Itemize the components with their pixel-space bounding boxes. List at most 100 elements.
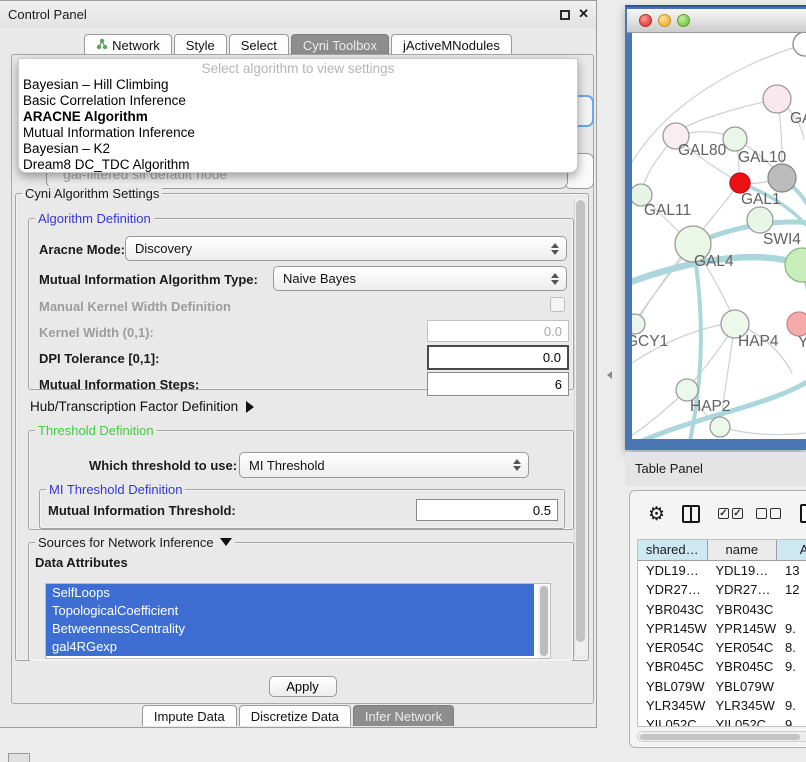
close-traffic-light-icon[interactable]: [639, 14, 652, 27]
table-row[interactable]: YDR27…YDR27…12: [638, 580, 806, 599]
algorithm-option[interactable]: Dream8 DC_TDC Algorithm: [19, 157, 577, 173]
hub-tf-definition-toggle[interactable]: Hub/Transcription Factor Definition: [30, 399, 254, 414]
table-cell: YBR045C: [707, 657, 776, 676]
network-node-swi4[interactable]: [747, 207, 773, 233]
tab-infer-network[interactable]: Infer Network: [353, 705, 454, 726]
threshold-definition-title: Threshold Definition: [35, 423, 157, 438]
network-node-label: GAL: [790, 110, 806, 127]
network-canvas[interactable]: GALGAL80GAL10GAL1GAL11SWI4GAL4GCY1HAP4YH…: [632, 33, 806, 439]
kernel-width-label: Kernel Width (0,1):: [39, 325, 154, 340]
network-node-y[interactable]: [787, 312, 806, 336]
minimize-traffic-light-icon[interactable]: [658, 14, 671, 27]
table-row[interactable]: YIL052CYIL052C9.: [638, 715, 806, 727]
algorithm-definition-group: Algorithm Definition Aracne Mode: Discov…: [28, 218, 574, 390]
tab-label: jActiveMNodules: [403, 38, 500, 53]
mi-steps-field[interactable]: 6: [427, 372, 569, 396]
tab-style[interactable]: Style: [174, 34, 227, 55]
network-node[interactable]: [768, 164, 796, 192]
tab-label: Impute Data: [154, 709, 225, 724]
algorithm-option[interactable]: ARACNE Algorithm: [19, 109, 577, 125]
algorithm-option[interactable]: Bayesian – Hill Climbing: [19, 77, 577, 93]
data-attributes-list[interactable]: SelfLoopsTopologicalCoefficientBetweenne…: [45, 583, 551, 659]
data-attributes-label: Data Attributes: [35, 555, 128, 570]
dpi-tolerance-field[interactable]: 0.0: [427, 345, 569, 370]
attribute-list-item[interactable]: TopologicalCoefficient: [46, 602, 534, 620]
checked-checkbox-icon[interactable]: ✓: [732, 508, 743, 519]
network-node-label: HAP2: [690, 398, 731, 415]
algorithm-option[interactable]: Bayesian – K2: [19, 141, 577, 157]
mi-algorithm-type-combo[interactable]: Naive Bayes: [273, 266, 567, 291]
algorithm-option[interactable]: Basic Correlation Inference: [19, 93, 577, 109]
attribute-list-item[interactable]: SelfLoops: [46, 584, 534, 602]
attributes-scrollbar[interactable]: [538, 585, 549, 659]
settings-scrollbar[interactable]: [574, 198, 585, 656]
tab-network[interactable]: Network: [84, 34, 172, 55]
kernel-width-field[interactable]: 0.0: [427, 320, 569, 342]
network-node[interactable]: [785, 248, 806, 282]
zoom-traffic-light-icon[interactable]: [677, 14, 690, 27]
aracne-mode-combo[interactable]: Discovery: [125, 236, 567, 261]
aracne-mode-label: Aracne Mode:: [39, 242, 125, 257]
float-window-icon[interactable]: [560, 10, 570, 20]
table-row[interactable]: YBL079WYBL079W: [638, 677, 806, 696]
network-icon: [96, 38, 108, 53]
table-row[interactable]: YDL19…YDL19…13: [638, 561, 806, 580]
sources-title-row[interactable]: Sources for Network Inference: [35, 535, 235, 550]
algorithm-option[interactable]: Mutual Information Inference: [19, 125, 577, 141]
column-header[interactable]: shared…: [638, 540, 708, 560]
columns-icon[interactable]: [682, 505, 700, 523]
table-cell: YDL19…: [707, 561, 776, 580]
sources-title: Sources for Network Inference: [38, 535, 214, 550]
network-edge[interactable]: [682, 99, 777, 129]
table-row[interactable]: YER054CYER054C8.: [638, 638, 806, 657]
network-graph[interactable]: GALGAL80GAL10GAL1GAL11SWI4GAL4GCY1HAP4YH…: [632, 33, 806, 439]
close-icon[interactable]: ✕: [578, 6, 589, 22]
mi-threshold-field[interactable]: 0.5: [416, 499, 558, 521]
checked-checkbox-icon[interactable]: ✓: [718, 508, 729, 519]
table-row[interactable]: YBR043CYBR043C: [638, 600, 806, 619]
node-table[interactable]: shared…nameA YDL19…YDL19…13YDR27…YDR27…1…: [637, 539, 806, 727]
table-row[interactable]: YPR145WYPR145W9.: [638, 619, 806, 638]
column-header[interactable]: A: [777, 540, 806, 560]
table-horizontal-scrollbar[interactable]: [637, 731, 806, 742]
tab-cyni-toolbox[interactable]: Cyni Toolbox: [291, 34, 389, 55]
spinner-arrows-icon: [513, 459, 521, 471]
unchecked-checkbox-icon[interactable]: [756, 508, 767, 519]
network-node[interactable]: [793, 33, 806, 56]
screen: Control Panel ✕ NetworkStyleSelectCyni T…: [0, 0, 806, 762]
apply-button[interactable]: Apply: [269, 676, 337, 697]
unchecked-checkbox-icon[interactable]: [770, 508, 781, 519]
table-cell: YER054C: [638, 638, 707, 657]
tab-label: Style: [186, 38, 215, 53]
hub-tf-definition-label: Hub/Transcription Factor Definition: [30, 399, 238, 414]
network-edge[interactable]: [720, 427, 806, 435]
network-node-gal10[interactable]: [723, 127, 747, 151]
table-cell: 9.: [777, 619, 806, 638]
manual-kernel-width-checkbox[interactable]: [550, 297, 565, 312]
document-icon[interactable]: [800, 504, 806, 523]
network-node-gal[interactable]: [763, 85, 791, 113]
network-node[interactable]: [710, 417, 730, 437]
splitter-collapse-icon[interactable]: [607, 371, 612, 379]
tab-discretize-data[interactable]: Discretize Data: [239, 705, 351, 726]
tab-impute-data[interactable]: Impute Data: [142, 705, 237, 726]
table-row[interactable]: YLR345WYLR345W9.: [638, 696, 806, 715]
table-cell: 9.: [777, 696, 806, 715]
table-header-row: shared…nameA: [638, 540, 806, 561]
attribute-list-item[interactable]: BetweennessCentrality: [46, 620, 534, 638]
network-node-gcy1[interactable]: [632, 314, 645, 334]
settings-scrollbar-thumb[interactable]: [576, 200, 585, 642]
table-row[interactable]: YBR045CYBR045C9.: [638, 657, 806, 676]
spinner-arrows-icon: [551, 243, 559, 255]
network-node-gal1[interactable]: [730, 173, 750, 193]
column-header[interactable]: name: [708, 540, 778, 560]
attributes-scrollbar-thumb[interactable]: [540, 586, 548, 656]
gear-icon[interactable]: ⚙: [648, 503, 665, 526]
tab-select[interactable]: Select: [229, 34, 289, 55]
network-edge[interactable]: [635, 253, 684, 324]
which-threshold-combo[interactable]: MI Threshold: [239, 452, 529, 478]
table-cell: YDR27…: [707, 580, 776, 599]
tab-jactivemnodules[interactable]: jActiveMNodules: [391, 34, 512, 55]
attribute-list-item[interactable]: gal4RGexp: [46, 638, 534, 656]
table-hscroll-thumb[interactable]: [640, 734, 800, 740]
